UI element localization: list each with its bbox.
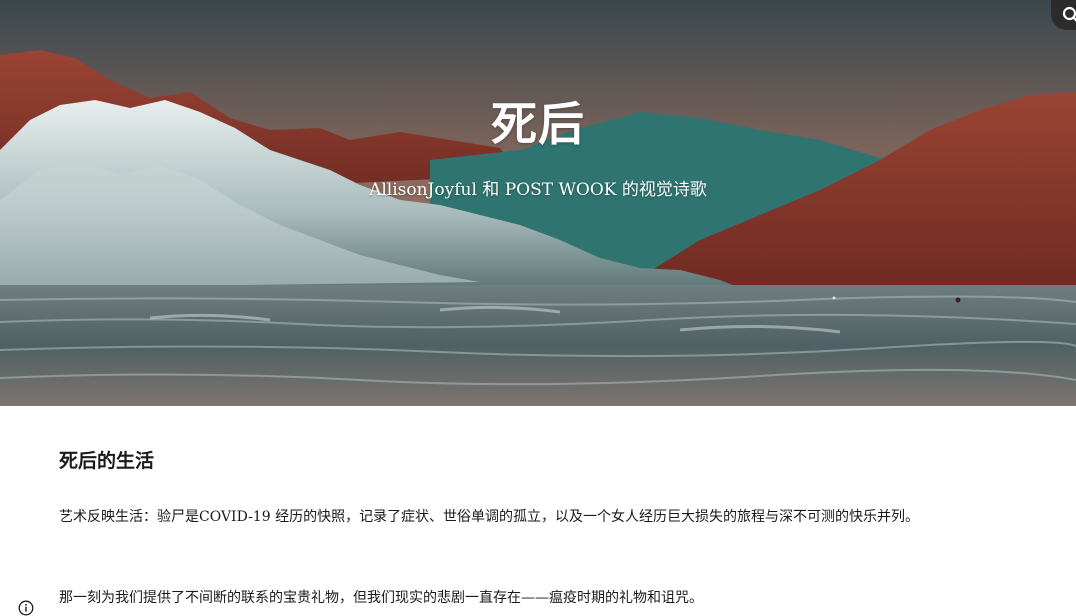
hero-background-image [0,0,1076,406]
info-icon[interactable] [18,600,34,616]
hero-header: 死后 AllisonJoyful 和 POST WOOK 的视觉诗歌 [0,0,1076,406]
post-title: 死后的生活 [59,446,154,473]
site-tagline: AllisonJoyful 和 POST WOOK 的视觉诗歌 [0,175,1076,200]
site-title[interactable]: 死后 [0,88,1076,154]
post-paragraph: 那一刻为我们提供了不间断的联系的宝贵礼物，但我们现实的悲剧一直存在——瘟疫时期的… [59,587,703,607]
post-paragraph: 艺术反映生活：验尸是COVID-19 经历的快照，记录了症状、世俗单调的孤立，以… [59,506,919,526]
search-icon [1062,6,1076,24]
